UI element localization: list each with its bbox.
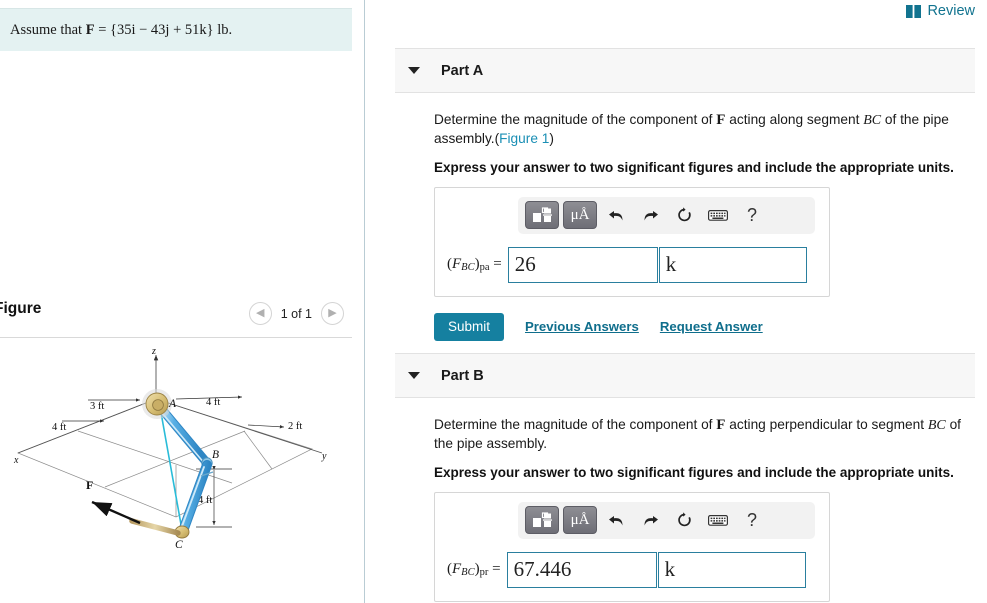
point-label-a: A	[168, 398, 177, 410]
part-b-prompt-mid: acting perpendicular to segment	[725, 417, 928, 432]
part-a-answer-label: (FBC)pa =	[447, 256, 502, 274]
point-label-b: B	[212, 449, 219, 461]
caret-down-icon[interactable]	[408, 67, 420, 74]
request-answer-link[interactable]: Request Answer	[660, 319, 763, 334]
axis-label-y: y	[321, 451, 327, 462]
part-a-body: Determine the magnitude of the component…	[395, 93, 975, 341]
assumption-equals: =	[94, 21, 111, 38]
part-a-answer-row: (FBC)pa =	[447, 246, 829, 283]
figure-header: Figure ◀ 1 of 1 ▶	[0, 298, 352, 334]
force-label: F	[86, 478, 93, 492]
part-b-prompt-pre: Determine the magnitude of the component…	[434, 417, 717, 432]
dimension-x-near: 3 ft	[90, 401, 104, 412]
previous-answers-link[interactable]: Previous Answers	[525, 319, 639, 334]
part-a-prompt-end: )	[549, 130, 554, 146]
chevron-right-icon[interactable]: ▶	[321, 302, 344, 325]
part-b-label: Part B	[441, 367, 484, 384]
redo-arrow-icon[interactable]	[635, 201, 665, 229]
units-icon[interactable]: μÅ	[563, 506, 597, 535]
undo-arrow-icon[interactable]	[601, 201, 631, 229]
redo-arrow-icon[interactable]	[635, 506, 665, 534]
right-panel: Review Part A Determine the magnitude of…	[366, 0, 987, 603]
part-a-section: Part A Determine the magnitude of the co…	[395, 48, 975, 341]
assumption-text: Assume that F = {35i − 43j + 51k} lb.	[0, 22, 232, 39]
assumption-vector-symbol: F	[85, 21, 95, 38]
figure-divider	[0, 337, 352, 338]
part-a-toolbar: μÅ ?	[518, 196, 815, 234]
left-panel: Assume that F = {35i − 43j + 51k} lb. Fi…	[0, 0, 365, 603]
part-b-value-input[interactable]	[506, 551, 657, 588]
help-icon[interactable]: ?	[737, 201, 767, 229]
part-b-answer-box: μÅ ? (FBC)pr = 67.446 k	[434, 491, 830, 602]
review-label: Review	[927, 3, 975, 19]
part-a-prompt-pre: Determine the magnitude of the component…	[434, 112, 717, 127]
dimension-x-far: 4 ft	[52, 422, 66, 433]
caret-down-icon[interactable]	[408, 372, 420, 379]
figure-title: Figure	[0, 300, 42, 317]
keyboard-icon[interactable]	[703, 506, 733, 534]
part-b-prompt: Determine the magnitude of the component…	[434, 416, 964, 452]
part-b-toolbar: μÅ ?	[518, 501, 815, 539]
part-b-answer-label: (FBC)pr =	[447, 561, 501, 579]
part-a-prompt: Determine the magnitude of the component…	[434, 111, 964, 147]
point-label-c: C	[175, 539, 183, 551]
axis-label-x: x	[13, 455, 19, 466]
part-b-body: Determine the magnitude of the component…	[395, 398, 975, 602]
force-arrow	[91, 500, 141, 525]
figure-count: 1 of 1	[280, 306, 312, 321]
undo-arrow-icon[interactable]	[601, 506, 631, 534]
part-b-section: Part B Determine the magnitude of the co…	[395, 353, 975, 602]
chevron-left-icon[interactable]: ◀	[248, 302, 272, 325]
part-a-answer-box: μÅ ? (FBC)pa = 26 k	[434, 186, 830, 297]
part-b-answer-row: (FBC)pr =	[447, 551, 829, 588]
reset-circle-icon[interactable]	[669, 506, 699, 534]
assumption-banner: Assume that F = {35i − 43j + 51k} lb.	[0, 8, 352, 51]
part-a-header[interactable]: Part A	[395, 48, 975, 93]
assumption-prefix: Assume that	[10, 21, 86, 38]
part-a-prompt-mid: acting along segment	[725, 112, 864, 127]
pipe-segment-ab-fill	[156, 403, 211, 467]
assumption-unit: lb.	[213, 21, 233, 38]
part-a-unit-input[interactable]	[658, 246, 807, 283]
part-a-label: Part A	[441, 62, 484, 79]
math-template-icon[interactable]	[525, 201, 559, 230]
part-a-actions: Submit Previous Answers Request Answer	[434, 312, 975, 341]
units-icon[interactable]: μÅ	[563, 201, 597, 230]
part-b-header[interactable]: Part B	[395, 353, 975, 398]
keyboard-icon[interactable]	[703, 201, 733, 229]
dimension-y-far: 2 ft	[288, 421, 302, 432]
book-icon	[906, 4, 922, 18]
reset-circle-icon[interactable]	[669, 201, 699, 229]
axis-label-z: z	[151, 346, 156, 357]
figure-navigation: ◀ 1 of 1 ▶	[248, 302, 344, 325]
figure-1-link[interactable]: Figure 1	[499, 131, 549, 146]
submit-button[interactable]: Submit	[434, 312, 504, 341]
part-a-prompt-segment: BC	[863, 113, 882, 128]
math-template-icon[interactable]	[525, 506, 559, 535]
review-link[interactable]: Review	[906, 3, 975, 19]
part-a-value-input[interactable]	[507, 246, 658, 283]
part-b-unit-input[interactable]	[657, 551, 806, 588]
dimension-y-near: 4 ft	[206, 397, 220, 408]
assumption-expression: {35i − 43j + 51k}	[110, 21, 214, 38]
page-root: Assume that F = {35i − 43j + 51k} lb. Fi…	[0, 0, 987, 603]
pipe-assembly-diagram: z x y 3 ft 4 ft 4 ft 2 ft 4 ft F A B C	[13, 346, 327, 551]
wall-flange-a-inner	[152, 399, 164, 411]
part-b-instruction: Express your answer to two significant f…	[434, 464, 954, 480]
help-icon[interactable]: ?	[737, 506, 767, 534]
part-a-instruction: Express your answer to two significant f…	[434, 159, 954, 175]
part-b-prompt-segment: BC	[927, 418, 946, 433]
